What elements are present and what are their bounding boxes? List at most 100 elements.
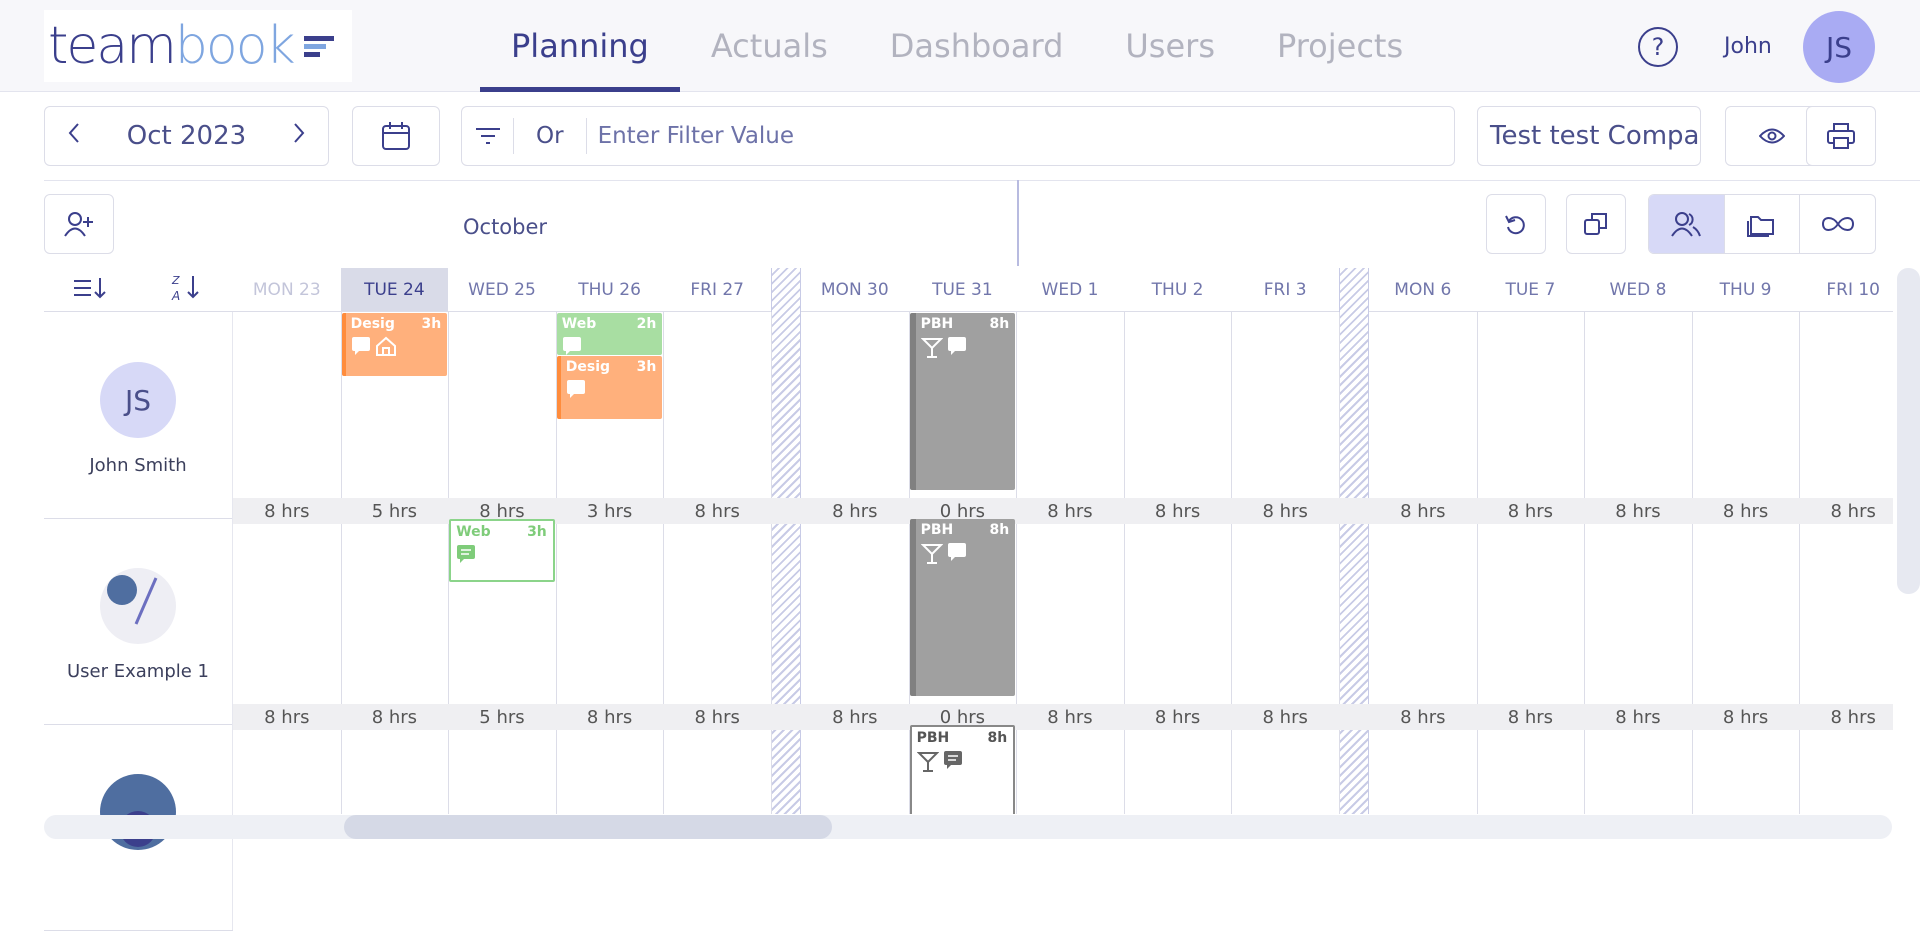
logo-bars-icon — [303, 35, 334, 57]
hours-cell: 8 hrs — [586, 706, 633, 728]
day-column-line — [1691, 312, 1693, 814]
day-header[interactable]: TUE 31 — [908, 268, 1017, 312]
task-block[interactable]: PBH 8h — [909, 313, 1016, 490]
user-avatar[interactable]: JS — [100, 362, 176, 438]
tab-planning[interactable]: Planning — [480, 0, 680, 92]
user-row-header[interactable]: User Example 1 — [44, 518, 233, 724]
month-divider — [1017, 180, 1019, 266]
month-label: Oct 2023 — [126, 121, 247, 151]
weekend-gap — [1339, 268, 1369, 814]
comment-icon — [456, 544, 476, 568]
day-column-line — [1799, 312, 1801, 814]
app-header: team book Planning Actuals Dashboard Users Pr… — [0, 0, 1920, 92]
add-user-button[interactable] — [44, 194, 114, 254]
help-icon[interactable]: ? — [1638, 27, 1678, 67]
tab-actuals[interactable]: Actuals — [680, 0, 859, 92]
task-name: Web — [561, 316, 597, 332]
user-avatar[interactable] — [100, 568, 176, 644]
company-selector[interactable]: Test test Company — [1477, 106, 1701, 166]
hours-cell: 5 hrs — [479, 706, 525, 728]
day-column-line — [663, 312, 665, 814]
sort-list-icon[interactable] — [73, 275, 109, 305]
day-header[interactable]: WED 1 — [1016, 268, 1124, 312]
sort-controls: ZA — [44, 268, 233, 312]
day-header[interactable]: FRI 3 — [1231, 268, 1339, 312]
hours-cell: 8 hrs — [1830, 500, 1876, 522]
view-button[interactable] — [1725, 106, 1819, 166]
calendar-button[interactable] — [352, 106, 440, 166]
day-header[interactable]: THU 9 — [1691, 268, 1800, 312]
day-header[interactable]: THU 26 — [555, 268, 664, 312]
user-row-header[interactable]: JS John Smith — [44, 312, 233, 518]
task-block[interactable]: Web 3h — [449, 519, 555, 582]
task-block[interactable]: PBH 8h — [909, 519, 1016, 696]
day-column-line — [340, 312, 342, 814]
task-block[interactable]: Desig 3h — [556, 356, 663, 419]
day-column-line — [1476, 312, 1478, 814]
filter-mode[interactable]: Or — [514, 118, 587, 154]
month-selector: Oct 2023 — [44, 106, 329, 166]
day-header[interactable]: WED 8 — [1584, 268, 1692, 312]
day-column-line — [771, 312, 772, 814]
add-user-icon — [64, 212, 93, 237]
task-block[interactable]: PBH 8h — [909, 725, 1016, 814]
vertical-scrollbar[interactable] — [1897, 268, 1920, 594]
horizontal-scrollbar[interactable] — [44, 815, 1892, 839]
next-month-icon[interactable] — [292, 121, 306, 151]
undo-icon — [1505, 215, 1525, 235]
sort-az-icon[interactable]: ZA — [168, 273, 204, 307]
comment-icon — [351, 336, 371, 360]
projects-view-button[interactable] — [1725, 195, 1801, 253]
hours-cell: 5 hrs — [371, 500, 418, 522]
tab-users[interactable]: Users — [1094, 0, 1246, 92]
day-header[interactable]: FRI 10 — [1799, 268, 1893, 312]
prev-month-icon[interactable] — [67, 121, 81, 151]
copy-icon — [1584, 213, 1607, 235]
day-header[interactable]: WED 25 — [448, 268, 556, 312]
hours-cell: 8 hrs — [1615, 500, 1661, 522]
task-name: PBH — [916, 730, 950, 746]
day-header[interactable]: MON 23 — [233, 268, 341, 312]
calendar-icon — [382, 122, 410, 150]
hours-cell: 8 hrs — [1047, 500, 1093, 522]
day-header[interactable]: MON 6 — [1369, 268, 1477, 312]
user-name: John Smith — [89, 455, 187, 476]
undo-button[interactable] — [1486, 194, 1546, 254]
day-column-line — [1123, 312, 1125, 814]
hours-cell: 8 hrs — [1262, 706, 1308, 728]
user-avatar[interactable]: JS — [1803, 11, 1875, 83]
day-header[interactable]: TUE 7 — [1476, 268, 1585, 312]
day-header[interactable]: MON 30 — [801, 268, 909, 312]
task-icons — [351, 336, 443, 360]
horizontal-scroll-thumb[interactable] — [344, 815, 832, 839]
hours-cell: 8 hrs — [1615, 706, 1661, 728]
hours-cell: 8 hrs — [694, 500, 740, 522]
task-hours: 8h — [989, 522, 1010, 538]
filter-input[interactable]: Enter Filter Value — [587, 123, 794, 149]
task-name: PBH — [920, 316, 954, 332]
day-column-line — [1231, 312, 1233, 814]
tab-dashboard[interactable]: Dashboard — [859, 0, 1095, 92]
user-name[interactable]: John — [1724, 34, 1772, 59]
task-name: Desig — [565, 359, 611, 375]
teambook-logo[interactable]: team book — [44, 10, 352, 82]
hours-cell: 8 hrs — [1830, 706, 1876, 728]
day-header[interactable]: TUE 24 — [340, 268, 449, 312]
day-header[interactable]: THU 2 — [1123, 268, 1232, 312]
filter-bar[interactable]: Or Enter Filter Value — [461, 106, 1455, 166]
task-block[interactable]: Desig 3h — [341, 313, 448, 376]
task-icons — [456, 544, 548, 568]
hours-cell: 8 hrs — [1400, 500, 1446, 522]
main-nav: Planning Actuals Dashboard Users Projects — [480, 0, 1434, 92]
tab-projects[interactable]: Projects — [1246, 0, 1434, 92]
day-header[interactable]: FRI 27 — [663, 268, 771, 312]
filter-icon[interactable] — [462, 118, 514, 154]
print-button[interactable] — [1806, 106, 1876, 166]
task-hours: 3h — [421, 316, 442, 332]
comment-icon — [947, 542, 967, 568]
task-block[interactable]: Web 2h — [556, 313, 663, 355]
hours-cell: 8 hrs — [832, 706, 878, 728]
copy-button[interactable] — [1566, 194, 1626, 254]
infinite-view-button[interactable] — [1800, 195, 1875, 253]
users-view-button[interactable] — [1649, 195, 1725, 253]
